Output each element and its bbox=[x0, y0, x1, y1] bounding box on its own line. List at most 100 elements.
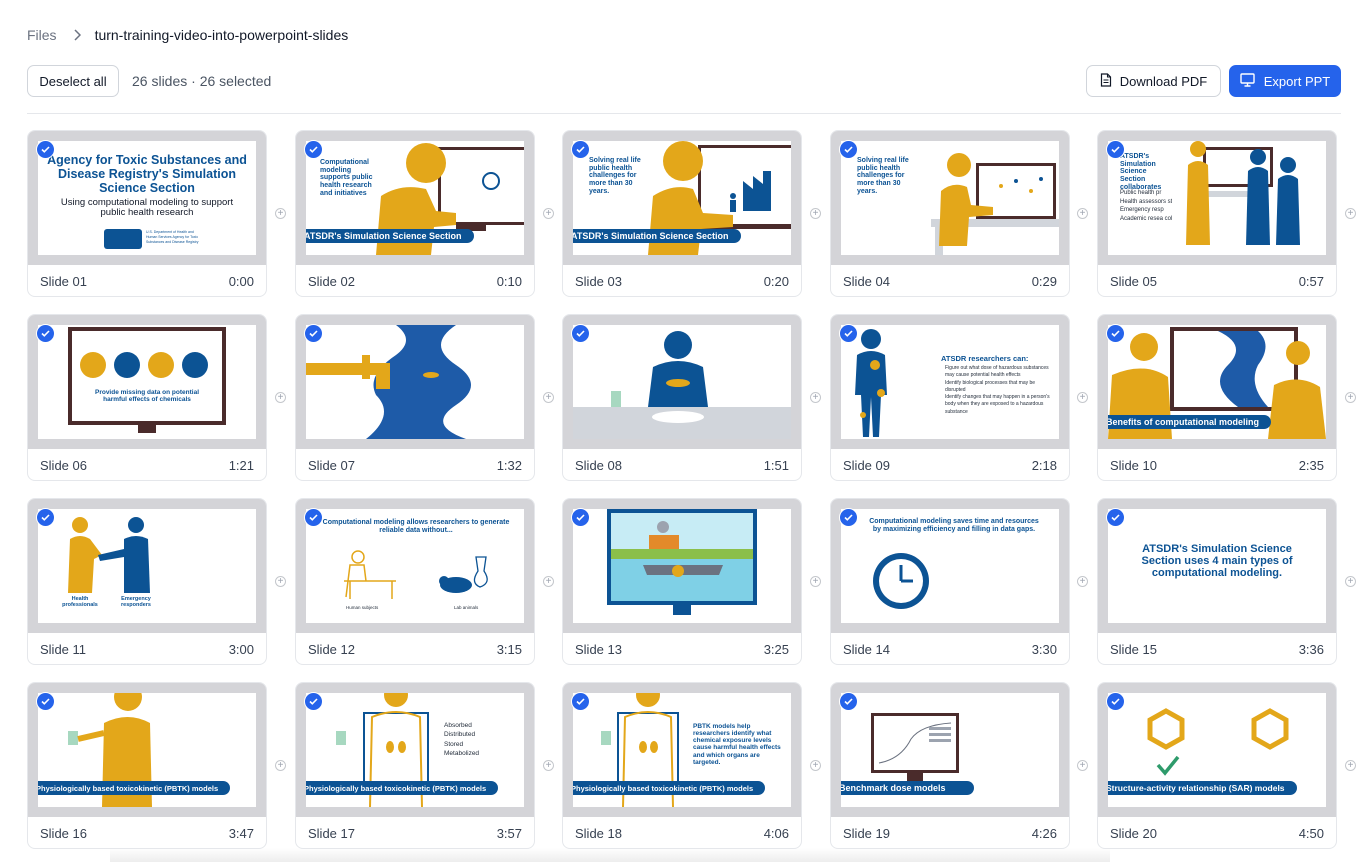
slide-card[interactable]: Physiologically based toxicokinetic (PBT… bbox=[27, 682, 267, 849]
slide-preview: Provide missing data on potential harmfu… bbox=[38, 325, 256, 439]
insert-slide-button[interactable]: + bbox=[1345, 760, 1356, 771]
slide-banner: ATSDR's Simulation Science Section bbox=[573, 229, 741, 243]
checkmark-icon[interactable] bbox=[36, 508, 55, 527]
insert-slide-button[interactable]: + bbox=[810, 392, 821, 403]
slide-card[interactable]: Computational modeling allows researcher… bbox=[295, 498, 535, 665]
export-ppt-button[interactable]: Export PPT bbox=[1229, 65, 1341, 97]
slide-thumbnail: Computational modeling allows researcher… bbox=[296, 499, 534, 633]
slide-bullets: Figure out what dose of hazardous substa… bbox=[945, 365, 1053, 416]
insert-slide-button[interactable]: + bbox=[810, 760, 821, 771]
checkmark-icon[interactable] bbox=[571, 324, 590, 343]
insert-slide-button[interactable]: + bbox=[1345, 576, 1356, 587]
insert-slide-button[interactable]: + bbox=[543, 392, 554, 403]
slide-banner: Benchmark dose models bbox=[841, 781, 974, 795]
slide-time: 1:21 bbox=[228, 457, 254, 473]
checkmark-icon[interactable] bbox=[304, 508, 323, 527]
slide-card[interactable]: Computational modeling supports public h… bbox=[295, 130, 535, 297]
header-divider bbox=[27, 113, 1341, 114]
insert-slide-button[interactable]: + bbox=[543, 208, 554, 219]
checkmark-icon[interactable] bbox=[1106, 692, 1125, 711]
slide-card[interactable]: Solving real life public health challeng… bbox=[562, 130, 802, 297]
insert-slide-button[interactable]: + bbox=[275, 576, 286, 587]
checkmark-icon[interactable] bbox=[36, 140, 55, 159]
checkmark-icon[interactable] bbox=[36, 692, 55, 711]
hhs-logo-text: U.S. Department of Health and Human Serv… bbox=[146, 230, 199, 245]
river-pipe-illustration bbox=[306, 325, 471, 439]
breadcrumb-files-link[interactable]: Files bbox=[27, 27, 57, 43]
checkmark-icon[interactable] bbox=[839, 692, 858, 711]
slide-card[interactable]: Computational modeling saves time and re… bbox=[830, 498, 1070, 665]
insert-slide-button[interactable]: + bbox=[543, 576, 554, 587]
slide-card[interactable]: ATSDR's Simulation Science Section colla… bbox=[1097, 130, 1337, 297]
slide-thumbnail: Computational modeling supports public h… bbox=[296, 131, 534, 265]
slide-card[interactable]: Absorbed Distributed Stored Metabolized … bbox=[295, 682, 535, 849]
slide-banner: ATSDR's Simulation Science Section bbox=[306, 229, 474, 243]
checkmark-icon[interactable] bbox=[304, 324, 323, 343]
slide-card[interactable]: ATSDR researchers can: Figure out what d… bbox=[830, 314, 1070, 481]
slide-preview: Absorbed Distributed Stored Metabolized … bbox=[306, 693, 524, 807]
slide-banner: Physiologically based toxicokinetic (PBT… bbox=[573, 781, 766, 795]
insert-slide-button[interactable]: + bbox=[1077, 576, 1088, 587]
slide-card[interactable]: Solving real life public health challeng… bbox=[830, 130, 1070, 297]
slide-time: 0:00 bbox=[228, 273, 254, 289]
slide-name: Slide 15 bbox=[1110, 641, 1157, 657]
insert-slide-button[interactable]: + bbox=[543, 760, 554, 771]
checkmark-icon[interactable] bbox=[304, 692, 323, 711]
insert-slide-button[interactable]: + bbox=[1077, 760, 1088, 771]
slide-thumbnail: Benefits of computational modeling bbox=[1098, 315, 1336, 449]
insert-slide-button[interactable]: + bbox=[275, 760, 286, 771]
slide-body-text: Solving real life public health challeng… bbox=[857, 157, 909, 195]
bullet-item: Public health pr bbox=[1120, 190, 1162, 196]
checkmark-icon[interactable] bbox=[36, 324, 55, 343]
breadcrumb-current: turn-training-video-into-powerpoint-slid… bbox=[94, 27, 349, 43]
bullet-item: Identify biological processes that may b… bbox=[945, 379, 1036, 393]
slide-card[interactable]: Health professionals Emergency responder… bbox=[27, 498, 267, 665]
checkmark-icon[interactable] bbox=[1106, 140, 1125, 159]
slide-time: 2:18 bbox=[1031, 457, 1057, 473]
slide-card[interactable]: Slide 07 1:32 bbox=[295, 314, 535, 481]
slide-card[interactable]: Structure-activity relationship (SAR) mo… bbox=[1097, 682, 1337, 849]
scroll-fade bbox=[110, 848, 1110, 862]
checkmark-icon[interactable] bbox=[839, 140, 858, 159]
slide-card[interactable]: Benchmark dose models Slide 19 4:26 bbox=[830, 682, 1070, 849]
checkmark-icon[interactable] bbox=[571, 140, 590, 159]
slide-card[interactable]: Agency for Toxic Substances and Disease … bbox=[27, 130, 267, 297]
insert-slide-button[interactable]: + bbox=[1345, 392, 1356, 403]
slide-card[interactable]: PBTK models help researchers identify wh… bbox=[562, 682, 802, 849]
download-pdf-button[interactable]: Download PDF bbox=[1086, 65, 1221, 97]
insert-slide-button[interactable]: + bbox=[275, 392, 286, 403]
checkmark-icon[interactable] bbox=[304, 140, 323, 159]
insert-slide-button[interactable]: + bbox=[1077, 208, 1088, 219]
checkmark-icon[interactable] bbox=[571, 692, 590, 711]
slide-time: 0:20 bbox=[763, 273, 789, 289]
checkmark-icon[interactable] bbox=[839, 508, 858, 527]
bullet-item: Health assessors state health dep bbox=[1120, 198, 1172, 205]
slide-card[interactable]: Slide 08 1:51 bbox=[562, 314, 802, 481]
slide-card[interactable]: ATSDR's Simulation Science Section uses … bbox=[1097, 498, 1337, 665]
checkmark-icon[interactable] bbox=[571, 508, 590, 527]
slide-time: 1:51 bbox=[763, 457, 789, 473]
slide-time: 3:15 bbox=[496, 641, 522, 657]
slide-thumbnail: ATSDR's Simulation Science Section uses … bbox=[1098, 499, 1336, 633]
checkmark-icon[interactable] bbox=[839, 324, 858, 343]
person-eating-illustration bbox=[573, 331, 791, 439]
slide-time: 4:06 bbox=[763, 825, 789, 841]
checkmark-icon[interactable] bbox=[1106, 508, 1125, 527]
slide-preview: Computational modeling supports public h… bbox=[306, 141, 524, 255]
slide-card[interactable]: Provide missing data on potential harmfu… bbox=[27, 314, 267, 481]
checkmark-icon[interactable] bbox=[1106, 324, 1125, 343]
insert-slide-button[interactable]: + bbox=[1345, 208, 1356, 219]
slide-preview: ATSDR's Simulation Science Section uses … bbox=[1108, 509, 1326, 623]
slide-name: Slide 04 bbox=[843, 273, 890, 289]
insert-slide-button[interactable]: + bbox=[1077, 392, 1088, 403]
slide-card[interactable]: Benefits of computational modeling Slide… bbox=[1097, 314, 1337, 481]
bullet-item: Identify changes that may happen in a pe… bbox=[945, 394, 1050, 415]
selection-count: 26 slides · 26 selected bbox=[132, 73, 272, 89]
slide-card[interactable]: Slide 13 3:25 bbox=[562, 498, 802, 665]
insert-slide-button[interactable]: + bbox=[275, 208, 286, 219]
slide-preview: Solving real life public health challeng… bbox=[573, 141, 791, 255]
slide-preview: PBTK models help researchers identify wh… bbox=[573, 693, 791, 807]
deselect-all-button[interactable]: Deselect all bbox=[27, 65, 119, 97]
insert-slide-button[interactable]: + bbox=[810, 576, 821, 587]
insert-slide-button[interactable]: + bbox=[810, 208, 821, 219]
